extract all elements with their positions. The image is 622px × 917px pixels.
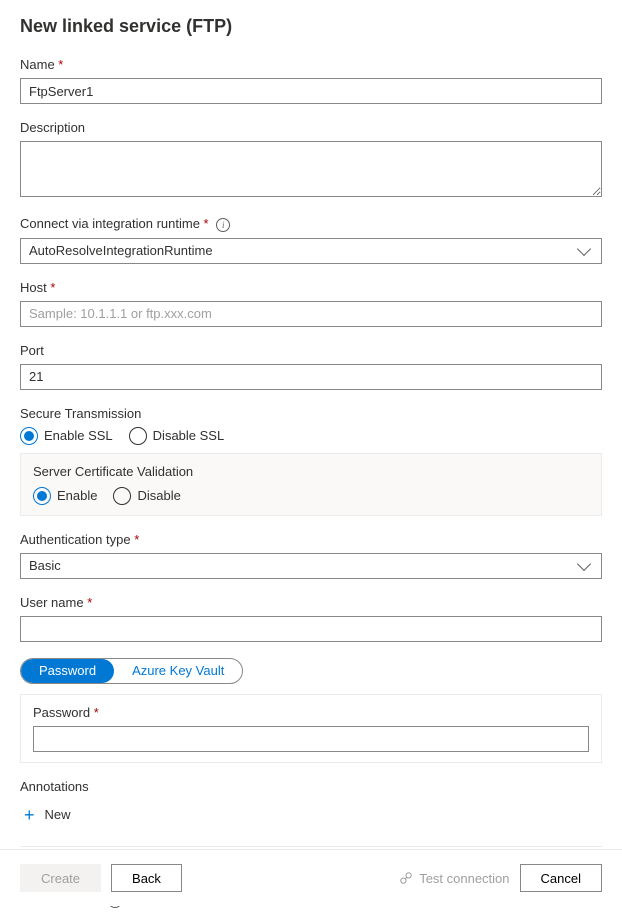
annotations-field: Annotations + New <box>20 779 602 830</box>
description-input[interactable] <box>20 141 602 197</box>
port-label: Port <box>20 343 602 358</box>
username-label: User name <box>20 595 602 610</box>
password-input[interactable] <box>33 726 589 752</box>
auth-type-value: Basic <box>29 558 61 573</box>
auth-type-select[interactable]: Basic <box>20 553 602 579</box>
cancel-button[interactable]: Cancel <box>520 864 602 892</box>
runtime-label: Connect via integration runtime i <box>20 216 602 232</box>
secure-transmission-field: Secure Transmission Enable SSL Disable S… <box>20 406 602 516</box>
cert-disable-radio[interactable]: Disable <box>113 487 180 505</box>
annotations-label: Annotations <box>20 779 602 794</box>
runtime-field: Connect via integration runtime i AutoRe… <box>20 216 602 264</box>
password-tab[interactable]: Password <box>21 659 114 683</box>
username-field: User name <box>20 595 602 642</box>
cert-enable-radio[interactable]: Enable <box>33 487 97 505</box>
runtime-select[interactable]: AutoResolveIntegrationRuntime <box>20 238 602 264</box>
host-input[interactable] <box>20 301 602 327</box>
username-input[interactable] <box>20 616 602 642</box>
disable-ssl-radio[interactable]: Disable SSL <box>129 427 225 445</box>
password-source-toggle: Password Azure Key Vault <box>20 658 243 684</box>
cert-validation-panel: Server Certificate Validation Enable Dis… <box>20 453 602 516</box>
auth-type-field: Authentication type Basic <box>20 532 602 579</box>
chevron-down-icon <box>577 556 591 570</box>
chevron-down-icon <box>577 241 591 255</box>
password-section: Password Azure Key Vault Password <box>20 658 602 763</box>
enable-ssl-radio[interactable]: Enable SSL <box>20 427 113 445</box>
footer: Create Back Test connection Cancel <box>0 849 622 906</box>
port-field: Port <box>20 343 602 390</box>
back-button[interactable]: Back <box>111 864 182 892</box>
runtime-value: AutoResolveIntegrationRuntime <box>29 243 213 258</box>
name-label: Name <box>20 57 602 72</box>
host-label: Host <box>20 280 602 295</box>
password-label: Password <box>33 705 589 720</box>
test-connection-link: Test connection <box>399 871 509 886</box>
auth-type-label: Authentication type <box>20 532 602 547</box>
add-annotation-button[interactable]: + New <box>20 800 75 830</box>
description-field: Description <box>20 120 602 200</box>
keyvault-tab[interactable]: Azure Key Vault <box>114 659 242 683</box>
connection-icon <box>399 871 413 885</box>
port-input[interactable] <box>20 364 602 390</box>
description-label: Description <box>20 120 602 135</box>
password-panel: Password <box>20 694 602 763</box>
host-field: Host <box>20 280 602 327</box>
info-icon[interactable]: i <box>216 218 230 232</box>
cert-validation-label: Server Certificate Validation <box>33 464 589 479</box>
secure-transmission-label: Secure Transmission <box>20 406 602 421</box>
divider <box>20 846 602 847</box>
page-title: New linked service (FTP) <box>20 16 602 37</box>
name-input[interactable] <box>20 78 602 104</box>
create-button: Create <box>20 864 101 892</box>
name-field: Name <box>20 57 602 104</box>
plus-icon: + <box>24 806 35 824</box>
